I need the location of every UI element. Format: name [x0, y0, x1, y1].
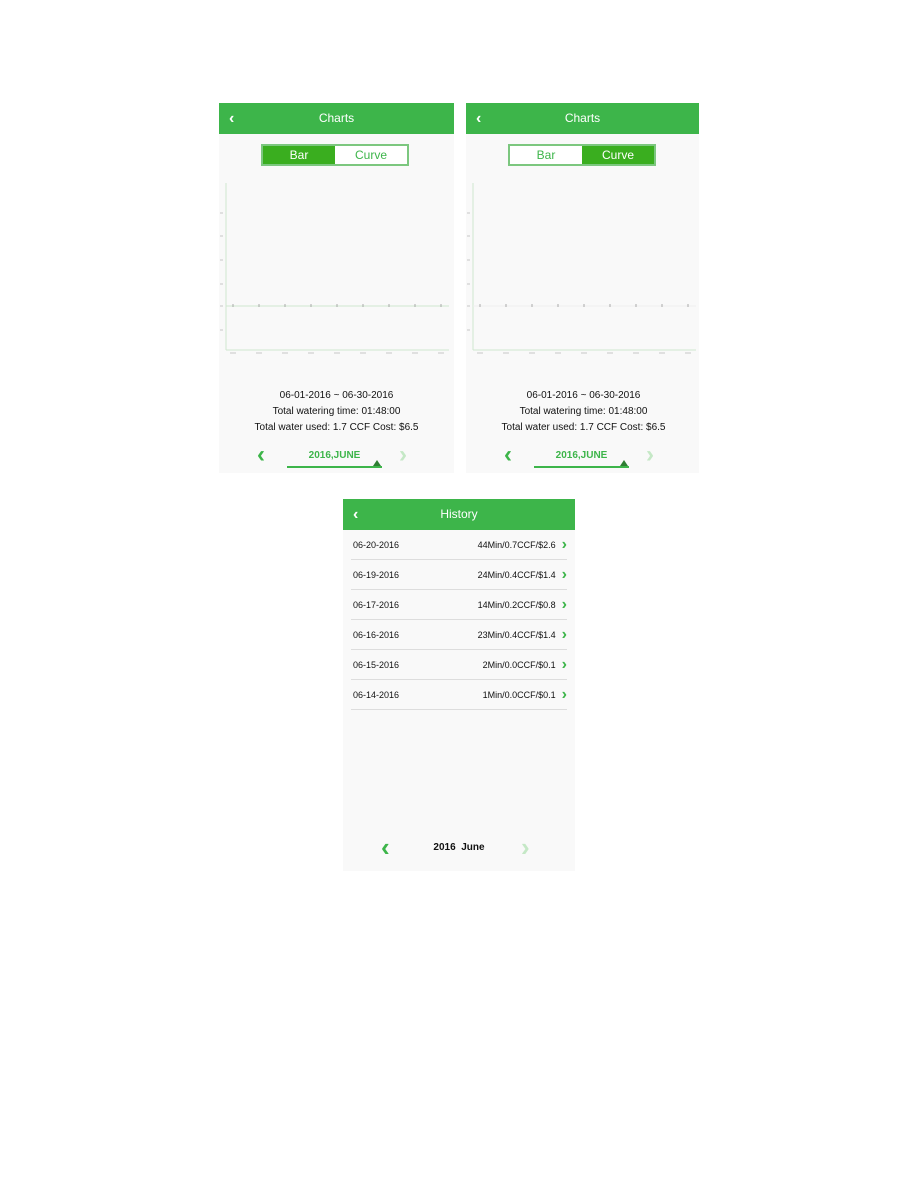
month-nav: ‹ 2016,JUNE › — [466, 441, 699, 471]
tab-bar[interactable]: Bar — [510, 146, 582, 164]
usage-chart — [220, 183, 449, 354]
water-used: Total water used: 1.7 CCF Cost: $6.5 — [254, 422, 419, 433]
screen-title: Charts — [318, 111, 355, 125]
chart-type-toggle: Bar Curve — [508, 144, 656, 166]
month-label: 2016 June — [433, 842, 485, 853]
month-nav: ‹ 2016,JUNE › — [219, 441, 454, 471]
history-usage: 23Min/0.4CCF/$1.4 — [477, 629, 556, 640]
history-row[interactable]: 06-19-2016 24Min/0.4CCF/$1.4 › — [351, 560, 567, 590]
usage-chart — [467, 183, 696, 354]
month-nav: ‹ 2016 June › — [343, 832, 575, 862]
history-screen: ‹ History 06-20-2016 44Min/0.7CCF/$2.6 › 06-… — [343, 499, 575, 871]
date-range: 06-01-2016 ~ 06-30-2016 — [279, 390, 394, 401]
history-usage: 2Min/0.0CCF/$0.1 — [482, 659, 556, 670]
prev-month-icon[interactable]: ‹ — [381, 832, 390, 863]
back-icon[interactable]: ‹ — [476, 103, 481, 134]
history-row[interactable]: 06-20-2016 44Min/0.7CCF/$2.6 › — [351, 530, 567, 560]
next-month-icon[interactable]: › — [521, 832, 530, 863]
chevron-right-icon[interactable]: › — [562, 596, 567, 614]
history-row[interactable]: 06-17-2016 14Min/0.2CCF/$0.8 › — [351, 590, 567, 620]
charts-screen-bar: ‹ Charts Bar Curve 06-01-2016 ~ 06-30-201… — [219, 103, 454, 473]
history-date: 06-15-2016 — [353, 659, 400, 670]
history-row[interactable]: 06-16-2016 23Min/0.4CCF/$1.4 › — [351, 620, 567, 650]
tab-bar[interactable]: Bar — [263, 146, 335, 164]
prev-month-icon[interactable]: ‹ — [504, 441, 512, 469]
back-icon[interactable]: ‹ — [229, 103, 234, 134]
history-row[interactable]: 06-14-2016 1Min/0.0CCF/$0.1 › — [351, 680, 567, 710]
history-date: 06-14-2016 — [353, 689, 400, 700]
watering-time: Total watering time: 01:48:00 — [272, 406, 401, 417]
month-slider-handle[interactable] — [373, 460, 381, 466]
tab-curve[interactable]: Curve — [582, 146, 654, 164]
next-month-icon[interactable]: › — [646, 441, 654, 469]
history-usage: 44Min/0.7CCF/$2.6 — [477, 539, 556, 550]
summary: 06-01-2016 ~ 06-30-2016 Total watering t… — [466, 388, 699, 436]
month-label: 2016,JUNE — [555, 450, 608, 461]
chevron-right-icon[interactable]: › — [562, 686, 567, 704]
history-usage: 1Min/0.0CCF/$0.1 — [482, 689, 556, 700]
back-icon[interactable]: ‹ — [353, 499, 358, 530]
header: ‹ History — [343, 499, 575, 530]
history-usage: 24Min/0.4CCF/$1.4 — [477, 569, 556, 580]
history-usage: 14Min/0.2CCF/$0.8 — [477, 599, 556, 610]
header: ‹ Charts — [466, 103, 699, 134]
tab-curve[interactable]: Curve — [335, 146, 407, 164]
history-date: 06-20-2016 — [353, 539, 400, 550]
history-date: 06-17-2016 — [353, 599, 400, 610]
history-row[interactable]: 06-15-2016 2Min/0.0CCF/$0.1 › — [351, 650, 567, 680]
history-date: 06-19-2016 — [353, 569, 400, 580]
history-date: 06-16-2016 — [353, 629, 400, 640]
screen-title: History — [440, 507, 478, 521]
screen-title: Charts — [564, 111, 601, 125]
chevron-right-icon[interactable]: › — [562, 566, 567, 584]
prev-month-icon[interactable]: ‹ — [257, 441, 265, 469]
watering-time: Total watering time: 01:48:00 — [519, 406, 648, 417]
date-range: 06-01-2016 ~ 06-30-2016 — [526, 390, 641, 401]
charts-screen-curve: ‹ Charts Bar Curve 06-01-2016 ~ 06-30-201… — [466, 103, 699, 473]
month-slider-handle[interactable] — [620, 460, 628, 466]
water-used: Total water used: 1.7 CCF Cost: $6.5 — [501, 422, 666, 433]
chevron-right-icon[interactable]: › — [562, 626, 567, 644]
chart-type-toggle: Bar Curve — [261, 144, 409, 166]
next-month-icon[interactable]: › — [399, 441, 407, 469]
month-label: 2016,JUNE — [308, 450, 361, 461]
summary: 06-01-2016 ~ 06-30-2016 Total watering t… — [219, 388, 454, 436]
chevron-right-icon[interactable]: › — [562, 536, 567, 554]
month-slider-track[interactable] — [287, 466, 382, 468]
header: ‹ Charts — [219, 103, 454, 134]
month-slider-track[interactable] — [534, 466, 629, 468]
chevron-right-icon[interactable]: › — [562, 656, 567, 674]
